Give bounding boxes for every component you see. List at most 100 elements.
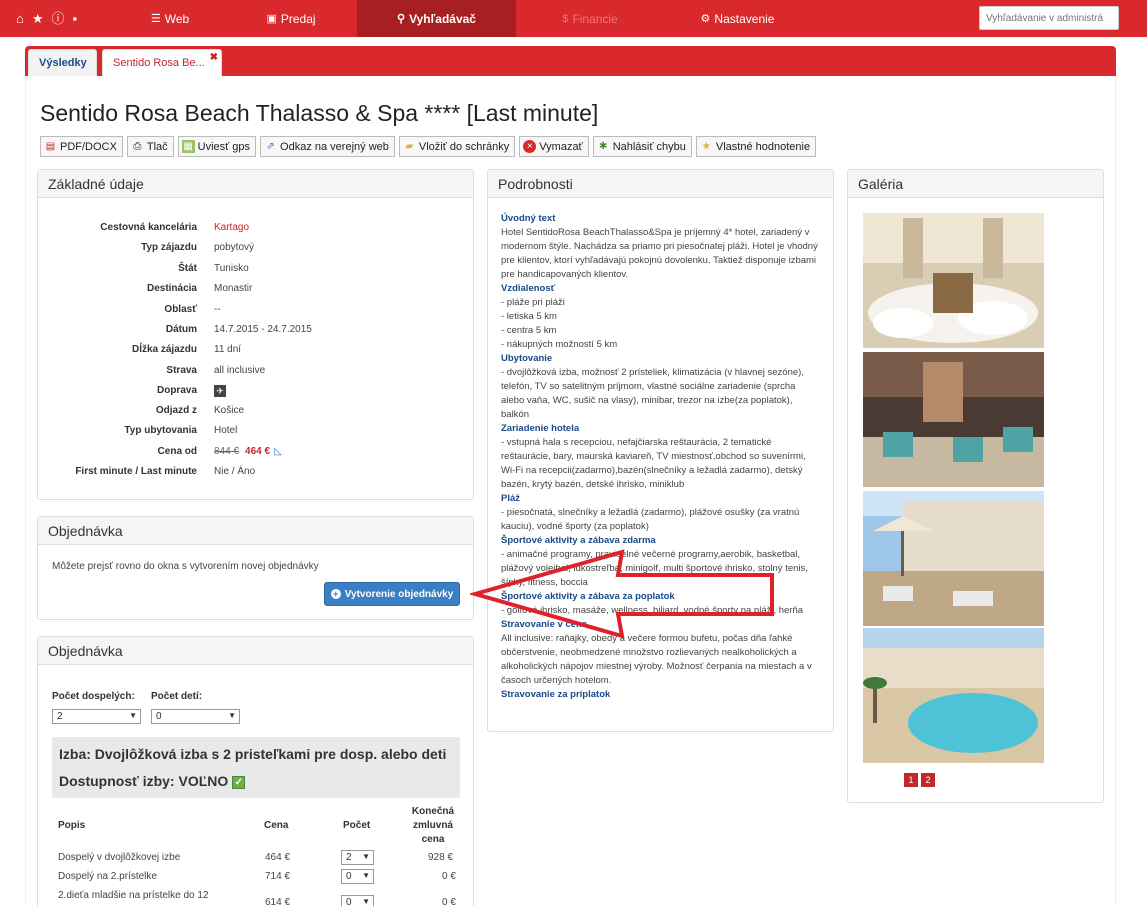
- clipboard-button[interactable]: ▰ Vložiť do schránky: [398, 136, 516, 157]
- table-row-price: 714 €: [265, 871, 291, 882]
- map-icon: ▦: [181, 140, 195, 153]
- basic-info-panel: Základné údaje Cestovná kancelária Kartag…: [37, 169, 474, 500]
- home-icon[interactable]: ⌂: [16, 12, 24, 25]
- new-price: 464 €: [245, 446, 271, 457]
- children-select[interactable]: 0 ▼: [151, 709, 240, 724]
- details-panel: Podrobnosti Úvodný text Hotel SentidoRos…: [487, 169, 834, 732]
- tab-current-hotel[interactable]: Sentido Rosa Be... ✖: [102, 49, 222, 76]
- pdf-icon: ▤: [45, 141, 56, 152]
- caret-down-icon: ▼: [362, 897, 370, 906]
- check-icon: ✓: [232, 775, 246, 789]
- table-row-price: 464 €: [265, 852, 291, 863]
- room-name: Izba: Dvojlôžková izba s 2 pristeľkami p…: [59, 746, 447, 762]
- details-section-title: Zariadenie hotela: [501, 423, 580, 434]
- col-price: Cena: [264, 820, 289, 831]
- chat-icon[interactable]: ▪: [73, 12, 78, 25]
- tab-results[interactable]: Výsledky: [28, 49, 97, 76]
- order-form-heading: Objednávka: [38, 637, 473, 665]
- caret-down-icon: ▼: [362, 852, 370, 861]
- print-button[interactable]: ⎙ Tlač: [126, 136, 174, 157]
- info-icon[interactable]: ⓘ: [52, 12, 65, 25]
- list-icon: ☰: [150, 13, 161, 25]
- details-section-title: Stravovanie za príplatok: [501, 689, 611, 700]
- details-section-title: Úvodný text: [501, 213, 556, 224]
- gallery-pager: 1 2: [904, 773, 935, 787]
- table-row-desc: Dospelý v dvojlôžkovej izbe: [58, 852, 181, 863]
- plane-icon: ✈: [214, 385, 226, 397]
- nav-predaj[interactable]: ▣ Predaj: [256, 0, 326, 37]
- bug-icon: ✱: [598, 141, 608, 152]
- order-quick-panel: Objednávka Môžete prejsť rovno do okna s…: [37, 516, 474, 620]
- count-select[interactable]: 2 ▼: [341, 850, 374, 865]
- gallery-page-1[interactable]: 1: [904, 773, 918, 787]
- nav-search[interactable]: ⚲ Vyhľadávač: [357, 0, 516, 37]
- nav-financie[interactable]: $ Financie: [550, 0, 630, 37]
- gallery-page-2[interactable]: 2: [921, 773, 935, 787]
- old-price: 844 €: [214, 446, 240, 457]
- public-link-button[interactable]: ⇗ Odkaz na verejný web: [260, 136, 395, 157]
- order-form-panel: Objednávka Počet dospelých: Počet detí: …: [37, 636, 474, 906]
- plus-circle-icon: +: [330, 589, 341, 599]
- nav-quick-icons: ⌂ ★ ⓘ ▪: [0, 12, 120, 25]
- col-total: Konečná zmluvná cena: [411, 806, 455, 845]
- details-heading: Podrobnosti: [488, 170, 833, 198]
- details-section-title: Vzdialenosť: [501, 283, 556, 294]
- gallery-image[interactable]: [863, 628, 1044, 763]
- details-section-text: - dvojlôžková izba, možnosť 2 prísteliek…: [501, 367, 804, 420]
- report-bug-button[interactable]: ✱ Nahlásiť chybu: [592, 136, 692, 157]
- room-availability: Dostupnosť izby: VOĽNO ✓: [59, 773, 246, 789]
- rating-star-icon: ★: [701, 141, 711, 152]
- gallery-image[interactable]: [863, 491, 1044, 626]
- agency-link[interactable]: Kartago: [214, 222, 249, 233]
- star-icon[interactable]: ★: [32, 12, 44, 25]
- gallery-panel: Galéria 1 2: [847, 169, 1104, 803]
- printer-icon: ⎙: [133, 141, 142, 152]
- dollar-icon: $: [562, 12, 569, 25]
- annotation-arrow: [470, 549, 774, 639]
- details-section-title: Pláž: [501, 493, 521, 504]
- caret-down-icon: ▼: [362, 871, 370, 880]
- table-row-total: 0 €: [442, 897, 456, 906]
- details-section-title: Športové aktivity a zábava zdarma: [501, 535, 656, 546]
- admin-search-input[interactable]: [979, 6, 1119, 30]
- count-select[interactable]: 0 ▼: [341, 869, 374, 884]
- top-navbar: ⌂ ★ ⓘ ▪ ☰ Web ▣ Predaj ⚲ Vyhľadávač $ Financ…: [0, 0, 1147, 37]
- col-count: Počet: [343, 820, 371, 831]
- search-icon: ⚲: [397, 13, 406, 25]
- basic-info-heading: Základné údaje: [38, 170, 473, 198]
- briefcase-icon: ▣: [266, 13, 277, 25]
- details-section-text: - pláže pri pláži - letiska 5 km - centr…: [501, 297, 618, 350]
- delete-button[interactable]: × Vymazať: [519, 136, 589, 157]
- gallery-image[interactable]: [863, 352, 1044, 487]
- chart-icon[interactable]: ◺: [274, 446, 282, 457]
- table-row-desc: Dospelý na 2.prístelke: [58, 871, 157, 882]
- adults-select[interactable]: 2 ▼: [52, 709, 141, 724]
- caret-down-icon: ▼: [228, 711, 236, 720]
- details-section-title: Ubytovanie: [501, 353, 553, 364]
- gallery-heading: Galéria: [848, 170, 1103, 198]
- rating-button[interactable]: ★ Vlastné hodnotenie: [695, 136, 817, 157]
- tab-strip: Výsledky Sentido Rosa Be... ✖: [25, 46, 1116, 76]
- room-info-box: Izba: Dvojlôžková izba s 2 pristeľkami p…: [52, 737, 460, 798]
- col-description: Popis: [58, 820, 86, 831]
- nav-settings[interactable]: ⚙ Nastavenie: [690, 0, 785, 37]
- details-section-text: - vstupná hala s recepciou, nefajčiarska…: [501, 437, 806, 490]
- folder-icon: ▰: [405, 141, 414, 152]
- count-select[interactable]: 0 ▼: [341, 895, 374, 906]
- page-title: Sentido Rosa Beach Thalasso & Spa **** […: [40, 100, 599, 126]
- create-order-button[interactable]: + Vytvorenie objednávky: [324, 582, 460, 606]
- adults-label: Počet dospelých:: [52, 691, 135, 702]
- table-row-total: 928 €: [428, 852, 454, 863]
- close-icon[interactable]: ✖: [210, 52, 218, 63]
- gear-icon: ⚙: [700, 13, 711, 25]
- action-toolbar: ▤ PDF/DOCX ⎙ Tlač ▦ Uviesť gps ⇗ Odkaz na ve…: [40, 136, 817, 157]
- details-section-text: - piesočnatá, slnečníky a ležadlá (zadar…: [501, 507, 800, 532]
- gallery-image[interactable]: [863, 213, 1044, 348]
- order-hint-text: Môžete prejsť rovno do okna s vytvorením…: [52, 561, 319, 572]
- gps-button[interactable]: ▦ Uviesť gps: [177, 136, 257, 157]
- table-row-total: 0 €: [442, 871, 456, 882]
- details-section-text: All inclusive: raňajky, obedy a večere f…: [501, 633, 812, 686]
- nav-web[interactable]: ☰ Web: [138, 0, 202, 37]
- pdf-button[interactable]: ▤ PDF/DOCX: [40, 136, 123, 157]
- caret-down-icon: ▼: [129, 711, 137, 720]
